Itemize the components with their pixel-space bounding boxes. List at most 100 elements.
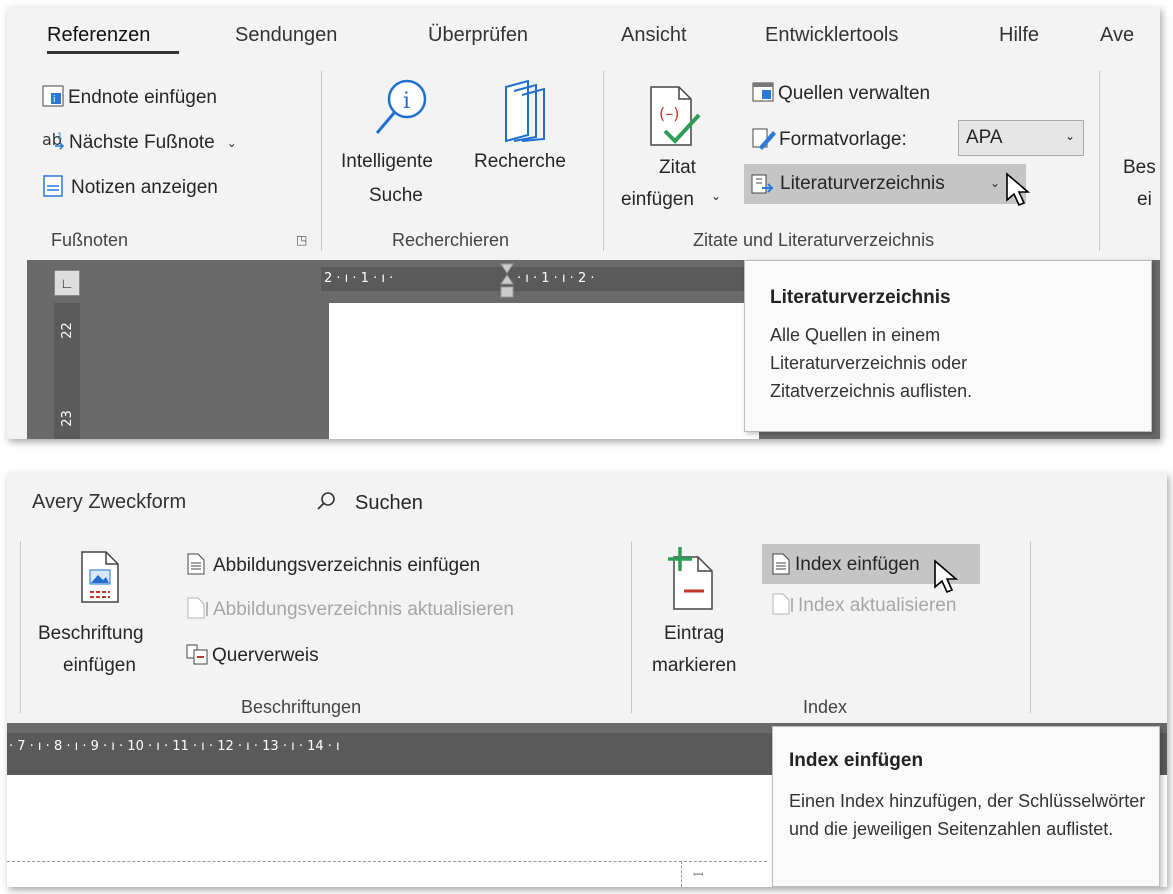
beschriftung-einfuegen-label: einfügen [63, 655, 136, 676]
endnote-icon: i [41, 84, 65, 113]
formatvorlage-row: Formatvorlage: [751, 124, 907, 156]
group-separator [321, 71, 322, 251]
tooltip-title: Index einfügen [789, 750, 924, 771]
group-label-zitate: Zitate und Literaturverzeichnis [693, 230, 935, 250]
tab-ansicht[interactable]: Ansicht [621, 24, 687, 47]
style-select[interactable]: APA ⌄ [958, 120, 1084, 156]
literaturverzeichnis-button[interactable]: Literaturverzeichnis ⌄ [744, 164, 1026, 204]
group-separator [1030, 541, 1031, 713]
formatvorlage-label: Formatvorlage: [779, 129, 907, 150]
style-select-value: APA [966, 127, 1003, 148]
style-book-icon [751, 125, 777, 156]
endnote-einfuegen-button[interactable]: i Endnote einfügen [41, 83, 217, 113]
markieren-label: markieren [652, 655, 737, 676]
chevron-down-icon: ⌄ [1065, 129, 1076, 143]
horizontal-ruler: 2 · ı · 1 · ı · · ı · 1 · ı · 2 · [321, 267, 758, 291]
left-margin-strip [7, 260, 27, 439]
mouse-pointer-icon [1005, 172, 1033, 213]
abb-aktualisieren-label: Abbildungsverzeichnis aktualisieren [213, 599, 515, 620]
search-box[interactable]: Suchen [315, 489, 423, 517]
literaturverzeichnis-label: Literaturverzeichnis [780, 173, 945, 194]
vertical-ruler: 22 23 [54, 303, 80, 439]
ruler-number-22: 22 [59, 322, 75, 339]
group-separator [1099, 71, 1100, 251]
tab-avery-cut[interactable]: Ave [1100, 24, 1134, 47]
references-ribbon-panel: Referenzen Sendungen Überprüfen Ansicht … [7, 7, 1160, 439]
notizen-label: Notizen anzeigen [71, 177, 218, 198]
quellen-verwalten-button[interactable]: Quellen verwalten [751, 79, 930, 109]
intelligente-suche-button[interactable]: i Intelligente Suche [341, 77, 471, 217]
group-separator [603, 71, 604, 251]
naechste-fussnote-label: Nächste Fußnote [69, 132, 215, 153]
quellen-label: Quellen verwalten [778, 83, 931, 104]
table-of-figures-icon [185, 552, 207, 581]
smart-search-icon: i [371, 77, 431, 143]
active-tab-underline [47, 51, 179, 54]
beschriftung-einfuegen-button[interactable]: Beschriftung einfügen [35, 543, 180, 683]
group-label-index: Index [803, 697, 848, 717]
insert-index-icon [770, 552, 792, 581]
tooltip-body: Alle Quellen in einem Literaturverzeichn… [770, 325, 973, 401]
chevron-down-icon: ⌄ [990, 176, 1001, 190]
insert-citation-icon: (–) [647, 85, 703, 149]
group-separator [631, 541, 632, 713]
update-table-icon [185, 596, 211, 625]
group-label-recherchieren: Recherchieren [392, 230, 510, 250]
tab-sendungen[interactable]: Sendungen [235, 24, 337, 47]
tab-ueberpruefen[interactable]: Überprüfen [428, 24, 528, 47]
recherche-label: Recherche [474, 151, 566, 172]
mouse-pointer-icon [933, 559, 961, 600]
ruler-number-23: 23 [59, 410, 75, 427]
intelligente-label: Intelligente [341, 151, 433, 172]
tooltip-title: Literaturverzeichnis [770, 287, 951, 308]
update-index-icon [770, 592, 796, 621]
zitat-einfuegen-button[interactable]: (–) Zitat einfügen ⌄ [619, 85, 739, 215]
notizen-anzeigen-button[interactable]: Notizen anzeigen [41, 173, 218, 203]
page-boundary-line [7, 861, 767, 862]
document-page[interactable] [329, 303, 759, 439]
page-boundary-corner [681, 861, 682, 887]
svg-text:i: i [403, 89, 410, 114]
dialog-launcher-icon[interactable]: ◳ [296, 233, 307, 247]
eintrag-label: Eintrag [664, 623, 725, 644]
naechste-fussnote-button[interactable]: ab 1 Nächste Fußnote ⌄ [41, 128, 237, 158]
abbildungsverzeichnis-einfuegen-button[interactable]: Abbildungsverzeichnis einfügen [185, 551, 480, 581]
indent-marker-icon[interactable] [500, 263, 514, 303]
insert-caption-icon [75, 549, 125, 605]
tab-entwicklertools[interactable]: Entwicklertools [765, 24, 898, 47]
recherche-button[interactable]: Recherche [474, 77, 589, 187]
ruler-ticks: · 7 · ı · 8 · ı · 9 · ı · 10 · ı · 11 · … [9, 739, 340, 754]
ruler-ticks-right: · ı · 1 · ı · 2 · [517, 271, 595, 286]
tooltip-literaturverzeichnis: Literaturverzeichnis Alle Quellen in ein… [744, 260, 1152, 432]
zitat-label: Zitat [659, 157, 696, 178]
tab-hilfe[interactable]: Hilfe [999, 24, 1039, 47]
bibliography-icon [750, 171, 776, 202]
index-aktualisieren-button[interactable]: Index aktualisieren [770, 591, 956, 621]
cut-off-button-label-2: ei [1137, 189, 1152, 210]
group-separator [20, 541, 21, 713]
svg-text:(–): (–) [659, 104, 679, 123]
eintrag-markieren-button[interactable]: Eintrag markieren [652, 543, 757, 683]
researcher-icon [496, 79, 556, 143]
index-einfuegen-label: Index einfügen [795, 554, 920, 575]
tooltip-index-einfuegen: Index einfügen Einen Index hinzufügen, d… [772, 726, 1160, 887]
einfuegen-label: einfügen [621, 189, 694, 210]
search-label: Suchen [355, 491, 423, 514]
manage-sources-icon [751, 80, 775, 109]
group-label-fussnoten: Fußnoten [51, 230, 129, 250]
mark-entry-icon [666, 545, 722, 611]
tab-stop-selector-icon[interactable]: ∟ [54, 270, 80, 296]
svg-text:i: i [53, 95, 56, 105]
tab-referenzen[interactable]: Referenzen [47, 24, 150, 47]
tab-avery-zweckform[interactable]: Avery Zweckform [32, 491, 186, 514]
tooltip-body: Einen Index hinzufügen, der Schlüsselwör… [789, 791, 1146, 839]
endnote-label: Endnote einfügen [68, 87, 217, 108]
cross-reference-icon [185, 642, 209, 671]
beschriftung-label: Beschriftung [38, 623, 144, 644]
chevron-down-icon[interactable]: ⌄ [227, 136, 237, 150]
querverweis-button[interactable]: Querverweis [185, 641, 319, 671]
next-footnote-icon: ab 1 [41, 129, 67, 158]
cut-off-button-label-1[interactable]: Bes [1123, 157, 1156, 179]
abbildungsverzeichnis-aktualisieren-button[interactable]: Abbildungsverzeichnis aktualisieren [185, 595, 514, 625]
search-icon [315, 490, 337, 517]
